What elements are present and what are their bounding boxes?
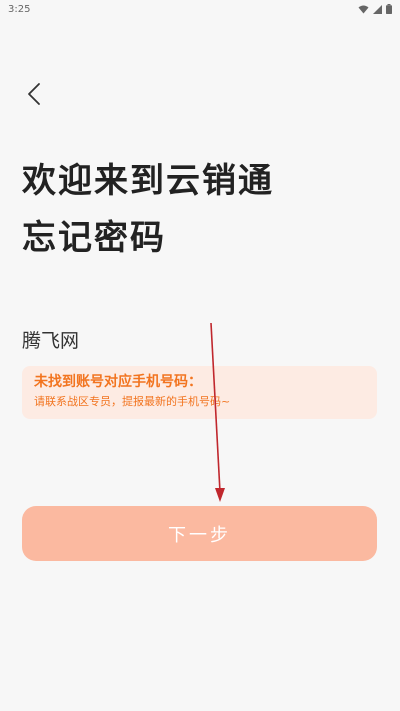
page-title-line1: 欢迎来到云销通 xyxy=(22,161,274,201)
notice-description: 请联系战区专员，提报最新的手机号码~ xyxy=(34,395,231,408)
status-bar: 3:25 xyxy=(0,0,400,18)
back-button[interactable] xyxy=(20,80,48,108)
next-button[interactable]: 下一步 xyxy=(22,506,377,561)
screen: 3:25 欢迎来到云销通 忘记密码 腾飞网 未找到账号对应手机号码： 请联系战区… xyxy=(0,0,400,711)
status-icons xyxy=(358,4,392,14)
battery-icon xyxy=(386,4,392,14)
notice-title: 未找到账号对应手机号码： xyxy=(34,374,202,390)
wifi-icon xyxy=(358,5,369,13)
signal-icon xyxy=(373,4,382,14)
account-name: 腾飞网 xyxy=(22,330,80,352)
status-time: 3:25 xyxy=(8,3,31,15)
chevron-left-icon xyxy=(28,83,40,105)
page-title-line2: 忘记密码 xyxy=(22,218,166,258)
notice-box: 未找到账号对应手机号码： 请联系战区专员，提报最新的手机号码~ xyxy=(22,366,377,419)
annotation-arrow xyxy=(210,322,225,502)
